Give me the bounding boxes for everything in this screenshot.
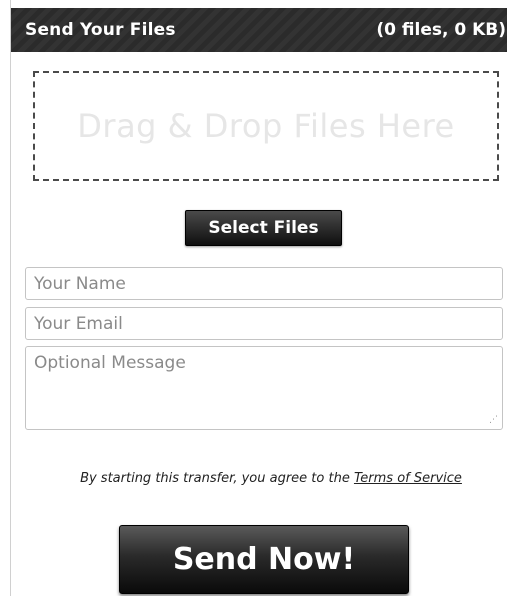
message-field[interactable] [25, 346, 503, 430]
resize-grip-icon[interactable]: ⋰ [489, 416, 499, 426]
panel-title: Send Your Files [25, 20, 176, 40]
email-field[interactable] [25, 307, 503, 340]
file-dropzone[interactable]: Drag & Drop Files Here [33, 71, 499, 181]
dropzone-label: Drag & Drop Files Here [77, 107, 455, 145]
name-field[interactable] [25, 267, 503, 300]
send-now-button[interactable]: Send Now! [119, 525, 409, 594]
send-files-panel: Send Your Files (0 files, 0 KB) Drag & D… [10, 0, 507, 596]
terms-of-service-link[interactable]: Terms of Service [354, 471, 462, 486]
file-count-status: (0 files, 0 KB) [376, 20, 506, 40]
terms-notice: By starting this transfer, you agree to … [51, 470, 491, 488]
terms-text: By starting this transfer, you agree to … [80, 471, 354, 486]
panel-header: Send Your Files (0 files, 0 KB) [11, 8, 507, 52]
select-files-button[interactable]: Select Files [185, 210, 342, 246]
